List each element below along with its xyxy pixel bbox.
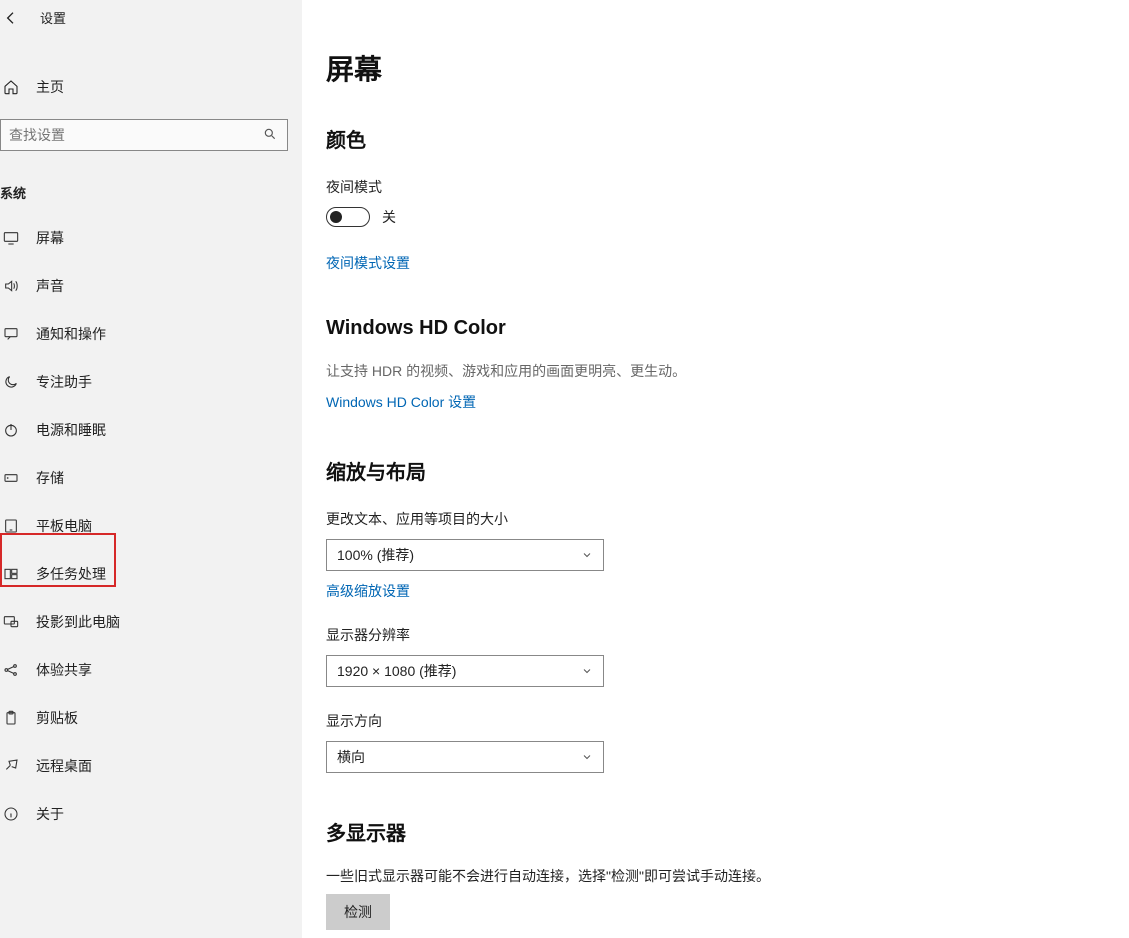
sidebar-item-focus[interactable]: 专注助手 bbox=[0, 358, 302, 406]
sidebar-item-sound[interactable]: 声音 bbox=[0, 262, 302, 310]
hd-settings-link[interactable]: Windows HD Color 设置 bbox=[326, 392, 476, 412]
project-icon bbox=[2, 613, 20, 631]
back-label: 设置 bbox=[40, 8, 66, 27]
sidebar-item-label: 平板电脑 bbox=[36, 516, 92, 536]
info-icon bbox=[2, 805, 20, 823]
arrow-left-icon bbox=[2, 9, 20, 27]
remote-icon bbox=[2, 757, 20, 775]
power-icon bbox=[2, 421, 20, 439]
sidebar-item-label: 远程桌面 bbox=[36, 756, 92, 776]
sidebar-item-label: 关于 bbox=[36, 804, 64, 824]
clipboard-icon bbox=[2, 709, 20, 727]
night-mode-state: 关 bbox=[382, 207, 396, 227]
storage-icon bbox=[2, 469, 20, 487]
resolution-label: 显示器分辨率 bbox=[326, 625, 1129, 645]
sidebar-item-label: 投影到此电脑 bbox=[36, 612, 120, 632]
chevron-down-icon bbox=[581, 751, 593, 763]
section-hd-heading: Windows HD Color bbox=[326, 317, 1129, 340]
sidebar-item-label: 声音 bbox=[36, 276, 64, 296]
page-title: 屏幕 bbox=[326, 48, 1129, 88]
home-label: 主页 bbox=[36, 77, 64, 97]
hd-desc: 让支持 HDR 的视频、游戏和应用的画面更明亮、更生动。 bbox=[326, 360, 1129, 382]
orientation-select[interactable]: 横向 bbox=[326, 741, 604, 773]
sidebar-item-remote[interactable]: 远程桌面 bbox=[0, 742, 302, 790]
sidebar-item-label: 屏幕 bbox=[36, 228, 64, 248]
sidebar: 设置 主页 系统 屏幕 bbox=[0, 0, 302, 938]
sidebar-item-display[interactable]: 屏幕 bbox=[0, 214, 302, 262]
sidebar-item-clipboard[interactable]: 剪贴板 bbox=[0, 694, 302, 742]
moon-icon bbox=[2, 373, 20, 391]
night-mode-settings-link[interactable]: 夜间模式设置 bbox=[326, 253, 410, 273]
sidebar-nav: 屏幕 声音 通知和操作 专注助手 bbox=[0, 214, 302, 838]
section-multi-heading: 多显示器 bbox=[326, 817, 1129, 846]
night-mode-toggle[interactable] bbox=[326, 207, 370, 227]
main-content: 屏幕 颜色 夜间模式 关 夜间模式设置 Windows HD Color 让支持… bbox=[302, 0, 1129, 938]
sidebar-item-label: 电源和睡眠 bbox=[36, 420, 106, 440]
scale-select[interactable]: 100% (推荐) bbox=[326, 539, 604, 571]
tablet-icon bbox=[2, 517, 20, 535]
chevron-down-icon bbox=[581, 549, 593, 561]
sidebar-item-power[interactable]: 电源和睡眠 bbox=[0, 406, 302, 454]
sidebar-item-label: 体验共享 bbox=[36, 660, 92, 680]
sidebar-section-label: 系统 bbox=[0, 183, 302, 202]
section-scale-heading: 缩放与布局 bbox=[326, 456, 1129, 485]
search-input[interactable] bbox=[9, 127, 263, 143]
detect-button[interactable]: 检测 bbox=[326, 894, 390, 930]
sidebar-item-label: 通知和操作 bbox=[36, 324, 106, 344]
sidebar-item-shared[interactable]: 体验共享 bbox=[0, 646, 302, 694]
orientation-label: 显示方向 bbox=[326, 711, 1129, 731]
sidebar-item-label: 存储 bbox=[36, 468, 64, 488]
advanced-scale-link[interactable]: 高级缩放设置 bbox=[326, 581, 410, 601]
sidebar-home[interactable]: 主页 bbox=[0, 65, 302, 109]
search-icon bbox=[263, 127, 279, 143]
sidebar-item-storage[interactable]: 存储 bbox=[0, 454, 302, 502]
resolution-select[interactable]: 1920 × 1080 (推荐) bbox=[326, 655, 604, 687]
back-button[interactable]: 设置 bbox=[0, 4, 302, 37]
share-icon bbox=[2, 661, 20, 679]
night-mode-label: 夜间模式 bbox=[326, 177, 1129, 197]
sound-icon bbox=[2, 277, 20, 295]
sidebar-item-project[interactable]: 投影到此电脑 bbox=[0, 598, 302, 646]
sidebar-item-label: 多任务处理 bbox=[36, 564, 106, 584]
scale-value: 100% (推荐) bbox=[337, 545, 414, 565]
display-icon bbox=[2, 229, 20, 247]
change-size-label: 更改文本、应用等项目的大小 bbox=[326, 509, 1129, 529]
sidebar-item-about[interactable]: 关于 bbox=[0, 790, 302, 838]
multitask-icon bbox=[2, 565, 20, 583]
sidebar-item-multitasking[interactable]: 多任务处理 bbox=[0, 550, 302, 598]
chevron-down-icon bbox=[581, 665, 593, 677]
chat-icon bbox=[2, 325, 20, 343]
sidebar-item-tablet[interactable]: 平板电脑 bbox=[0, 502, 302, 550]
multi-desc: 一些旧式显示器可能不会进行自动连接，选择"检测"即可尝试手动连接。 bbox=[326, 866, 1129, 886]
section-color-heading: 颜色 bbox=[326, 124, 1129, 153]
sidebar-item-label: 专注助手 bbox=[36, 372, 92, 392]
orientation-value: 横向 bbox=[337, 747, 365, 767]
resolution-value: 1920 × 1080 (推荐) bbox=[337, 661, 456, 681]
sidebar-item-notifications[interactable]: 通知和操作 bbox=[0, 310, 302, 358]
search-input-wrap[interactable] bbox=[0, 119, 288, 151]
home-icon bbox=[2, 78, 20, 96]
sidebar-item-label: 剪贴板 bbox=[36, 708, 78, 728]
